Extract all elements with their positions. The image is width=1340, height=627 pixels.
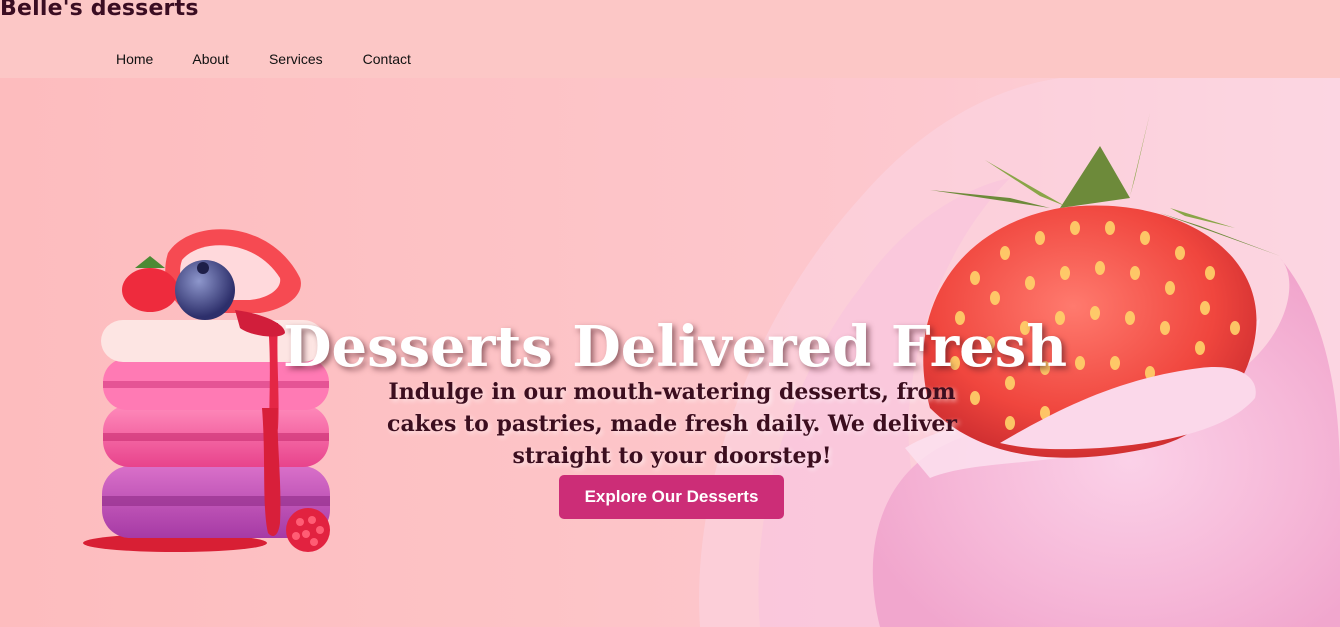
nav-home[interactable]: Home bbox=[116, 51, 153, 67]
nav-contact[interactable]: Contact bbox=[363, 51, 411, 67]
site-header: Belle's desserts Home About Services Con… bbox=[0, 0, 1340, 78]
brand-logo[interactable]: Belle's desserts bbox=[0, 0, 199, 21]
explore-desserts-button[interactable]: Explore Our Desserts bbox=[559, 475, 784, 519]
nav-services[interactable]: Services bbox=[269, 51, 323, 67]
hero-section: Desserts Delivered Fresh Indulge in our … bbox=[0, 78, 1340, 627]
hero-subtext: Indulge in our mouth-watering desserts, … bbox=[387, 379, 957, 469]
macaron-stack-image bbox=[83, 229, 330, 552]
main-nav: Home About Services Contact bbox=[116, 51, 411, 67]
hero-headline: Desserts Delivered Fresh bbox=[282, 313, 1068, 380]
nav-about[interactable]: About bbox=[192, 51, 229, 67]
